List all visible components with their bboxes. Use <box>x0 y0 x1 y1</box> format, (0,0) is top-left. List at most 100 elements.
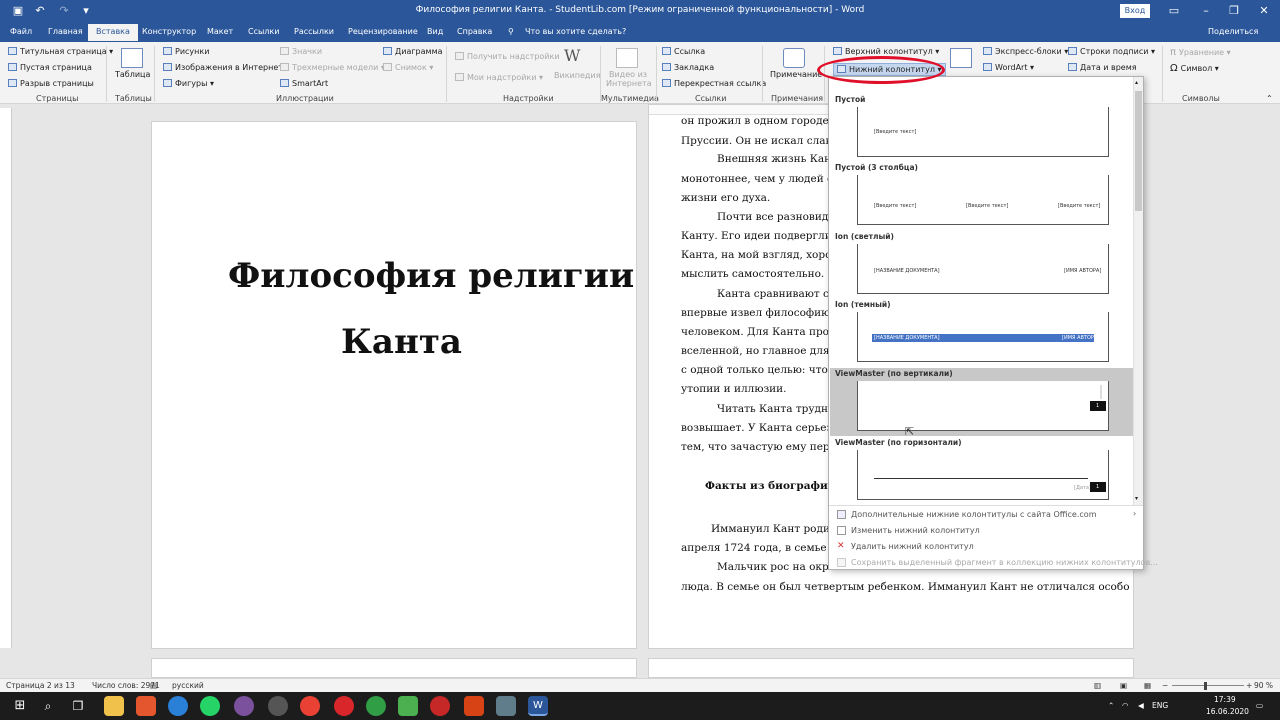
gallery-item-blank[interactable]: [Введите текст] <box>857 107 1109 157</box>
tab-help[interactable]: Справка <box>457 27 492 36</box>
bookmark-button[interactable]: Закладка <box>662 63 714 72</box>
record-app-icon[interactable] <box>430 696 450 716</box>
zoom-slider-thumb[interactable] <box>1204 682 1207 690</box>
remove-footer-item[interactable]: Удалить нижний колонтитул <box>851 542 974 551</box>
chrome-icon[interactable] <box>300 696 320 716</box>
screen-tool-icon[interactable] <box>496 696 516 716</box>
task-view-icon[interactable]: ❐ <box>68 696 88 716</box>
signature-line-button[interactable]: Строки подписи ▾ <box>1068 47 1155 56</box>
tab-review[interactable]: Рецензирование <box>348 27 418 36</box>
smartart-button[interactable]: SmartArt <box>280 79 328 88</box>
proofing-icon[interactable]: ▤ <box>150 681 157 690</box>
edge-browser-icon[interactable] <box>168 696 188 716</box>
shapes-button[interactable]: Фигуры ▾ <box>163 79 214 88</box>
zoom-in-icon[interactable]: + <box>1246 681 1252 690</box>
date-time-button[interactable]: Дата и время <box>1068 63 1137 72</box>
comment-button[interactable]: Примечание <box>770 70 822 79</box>
ribbon-display-icon[interactable]: ▭ <box>1164 3 1184 19</box>
gallery-item-viewmaster-horizontal[interactable]: [Дата] 1 <box>857 450 1109 500</box>
cross-reference-button[interactable]: Перекрестная ссылка <box>662 79 766 88</box>
file-explorer-icon[interactable] <box>104 696 124 716</box>
tab-file[interactable]: Файл <box>10 27 32 36</box>
gallery-item-blank-3col[interactable]: [Введите текст] [Введите текст] [Введите… <box>857 175 1109 225</box>
more-footers-office-item[interactable]: Дополнительные нижние колонтитулы с сайт… <box>851 510 1096 519</box>
wordart-button[interactable]: WordArt ▾ <box>983 63 1034 72</box>
icons-button[interactable]: Значки <box>280 47 322 56</box>
share-button[interactable]: Поделиться <box>1208 27 1258 36</box>
language-indicator-taskbar[interactable]: ENG <box>1152 701 1168 710</box>
document-title-line1: Философия религии <box>228 256 635 296</box>
language-indicator[interactable]: русский <box>172 681 204 690</box>
save-selection-item[interactable]: Сохранить выделенный фрагмент в коллекци… <box>851 558 1158 567</box>
close-icon[interactable]: ✕ <box>1254 3 1274 19</box>
zoom-slider[interactable] <box>1172 685 1244 686</box>
blank-page-button[interactable]: Пустая страница <box>8 63 92 72</box>
login-button[interactable]: Вход <box>1120 4 1150 18</box>
tab-layout[interactable]: Макет <box>207 27 233 36</box>
online-pictures-button[interactable]: Изображения в Интернете <box>163 63 288 72</box>
scroll-up-icon[interactable]: ▴ <box>1135 79 1138 86</box>
yandex-browser-icon[interactable] <box>334 696 354 716</box>
cover-page-label: Титульная страница <box>20 47 107 56</box>
read-mode-icon[interactable]: ▥ <box>1094 681 1101 690</box>
tab-mailings[interactable]: Рассылки <box>294 27 334 36</box>
tab-references[interactable]: Ссылки <box>248 27 279 36</box>
print-layout-icon[interactable]: ▣ <box>1120 681 1127 690</box>
screenshot-button[interactable]: Снимок ▾ <box>383 63 433 72</box>
gallery-item-label: ViewMaster (по горизонтали) <box>835 438 962 447</box>
network-icon[interactable]: ⌃ <box>1108 701 1114 710</box>
gallery-item-viewmaster-vertical[interactable]: 1 <box>857 381 1109 431</box>
pictures-button[interactable]: Рисунки <box>163 47 209 56</box>
link-button[interactable]: Ссылка <box>662 47 705 56</box>
cover-page-button[interactable]: Титульная страница ▾ <box>8 47 113 56</box>
collapse-ribbon-icon[interactable]: ⌃ <box>1266 94 1273 103</box>
table-button[interactable]: Таблица <box>115 70 150 79</box>
search-icon[interactable]: ⌕ <box>38 696 58 716</box>
wikipedia-button[interactable]: Википедия <box>554 71 600 80</box>
gallery-item-ion-light[interactable]: [НАЗВАНИЕ ДОКУМЕНТА] [ИМЯ АВТОРА] <box>857 244 1109 294</box>
tab-insert[interactable]: Вставка <box>88 24 138 41</box>
clock-time[interactable]: 17:39 <box>1214 695 1236 704</box>
page-4[interactable] <box>648 658 1134 678</box>
page-1[interactable]: Философия религии Канта <box>151 121 637 649</box>
page-3[interactable] <box>151 658 637 678</box>
tell-me-search[interactable]: Что вы хотите сделать? <box>525 27 626 36</box>
brave-browser-icon[interactable] <box>136 696 156 716</box>
windows-start-icon[interactable]: ⊞ <box>10 696 30 716</box>
page-break-button[interactable]: Разрыв страницы <box>8 79 94 88</box>
volume-icon[interactable]: ◀ <box>1138 701 1144 710</box>
gallery-scrollbar[interactable]: ▴ ▾ <box>1133 77 1143 505</box>
zoom-out-icon[interactable]: − <box>1162 681 1168 690</box>
chart-button[interactable]: Диаграмма <box>383 47 443 56</box>
green-app-icon[interactable] <box>366 696 386 716</box>
scroll-down-icon[interactable]: ▾ <box>1135 495 1138 502</box>
tab-design[interactable]: Конструктор <box>142 27 196 36</box>
whatsapp-icon[interactable] <box>200 696 220 716</box>
web-layout-icon[interactable]: ▦ <box>1144 681 1151 690</box>
symbol-button[interactable]: Ω Символ ▾ <box>1170 63 1219 74</box>
equation-button[interactable]: π Уравнение ▾ <box>1170 47 1231 58</box>
page-count[interactable]: Страница 2 из 13 <box>6 681 75 690</box>
gallery-item-ion-dark[interactable]: [НАЗВАНИЕ ДОКУМЕНТА] [ИМЯ АВТОРА] <box>857 312 1109 362</box>
quick-parts-button[interactable]: Экспресс-блоки ▾ <box>983 47 1068 56</box>
tab-home[interactable]: Главная <box>48 27 83 36</box>
wifi-icon[interactable]: ◠ <box>1122 701 1129 710</box>
maximize-icon[interactable]: ❐ <box>1224 3 1244 19</box>
word-app-icon[interactable]: W <box>528 696 548 716</box>
app-icon[interactable] <box>268 696 288 716</box>
tab-view[interactable]: Вид <box>427 27 443 36</box>
get-addins-button[interactable]: Получить надстройки <box>455 52 560 61</box>
notifications-icon[interactable]: ▭ <box>1256 701 1263 710</box>
clock-date[interactable]: 16.06.2020 <box>1206 707 1249 716</box>
header-button[interactable]: Верхний колонтитул ▾ <box>833 47 939 56</box>
spreadsheet-app-icon[interactable] <box>398 696 418 716</box>
media-app-icon[interactable] <box>464 696 484 716</box>
minimize-icon[interactable]: – <box>1196 3 1216 19</box>
zoom-level[interactable]: 90 % <box>1254 681 1273 690</box>
edit-footer-item[interactable]: Изменить нижний колонтитул <box>851 526 980 535</box>
scroll-thumb[interactable] <box>1135 91 1142 211</box>
viber-icon[interactable] <box>234 696 254 716</box>
3d-models-button[interactable]: Трехмерные модели ▾ <box>280 63 385 72</box>
my-addins-button[interactable]: Мои надстройки ▾ <box>455 73 543 82</box>
online-video-button[interactable]: Видео из Интернета <box>606 70 652 88</box>
